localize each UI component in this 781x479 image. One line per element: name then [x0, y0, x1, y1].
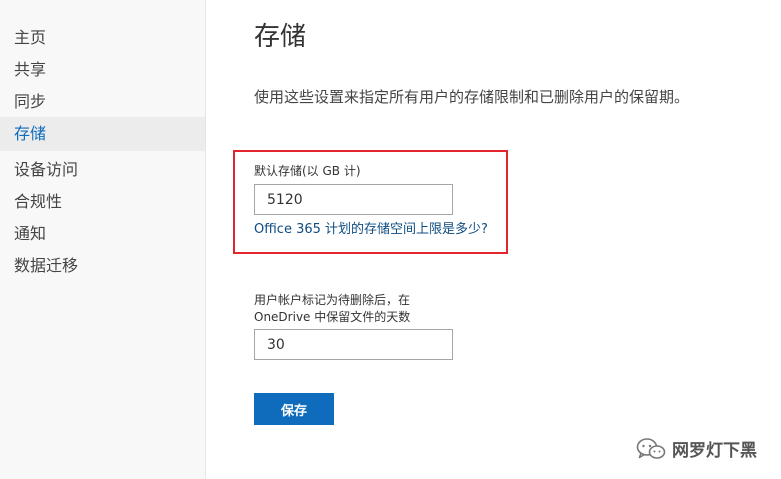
sidebar-item-home[interactable]: 主页 — [0, 21, 205, 55]
save-button[interactable]: 保存 — [254, 393, 334, 425]
retention-days-input[interactable] — [254, 329, 453, 360]
retention-label-line1: 用户帐户标记为待删除后，在 — [254, 293, 411, 307]
sidebar-item-sync[interactable]: 同步 — [0, 85, 205, 119]
sidebar: 主页 共享 同步 存储 设备访问 合规性 通知 数据迁移 — [0, 0, 206, 479]
sidebar-item-notifications[interactable]: 通知 — [0, 217, 205, 251]
sidebar-item-compliance[interactable]: 合规性 — [0, 185, 205, 219]
retention-label-line2: OneDrive 中保留文件的天数 — [254, 310, 411, 324]
sidebar-item-data-migration[interactable]: 数据迁移 — [0, 249, 205, 283]
sidebar-item-sharing[interactable]: 共享 — [0, 53, 205, 87]
storage-limit-help-link[interactable]: Office 365 计划的存储空间上限是多少? — [254, 218, 488, 237]
default-storage-input[interactable] — [254, 184, 453, 215]
sidebar-item-storage[interactable]: 存储 — [0, 117, 205, 151]
onedrive-admin-page: 主页 共享 同步 存储 设备访问 合规性 通知 数据迁移 存储 使用这些设置来指… — [0, 0, 781, 479]
page-title: 存储 — [254, 22, 307, 52]
default-storage-label: 默认存储(以 GB 计) — [254, 164, 361, 178]
wechat-icon — [636, 437, 666, 461]
watermark-text: 网罗灯下黑 — [672, 441, 757, 461]
page-description: 使用这些设置来指定所有用户的存储限制和已删除用户的保留期。 — [254, 88, 690, 106]
watermark: 网罗灯下黑 — [636, 436, 757, 461]
main-content: 存储 使用这些设置来指定所有用户的存储限制和已删除用户的保留期。 默认存储(以 … — [206, 0, 781, 479]
sidebar-item-device-access[interactable]: 设备访问 — [0, 153, 205, 187]
